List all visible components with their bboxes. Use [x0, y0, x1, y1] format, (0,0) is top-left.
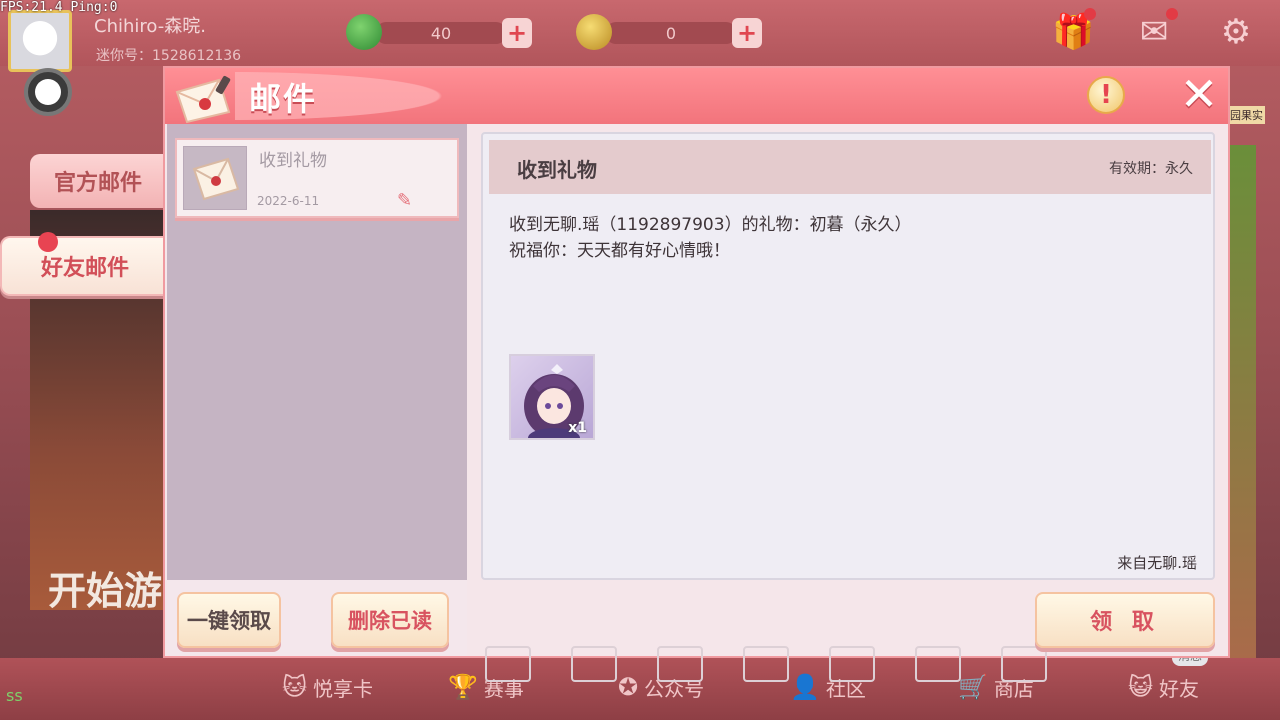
mail-item-date: 2022-6-11: [257, 194, 320, 208]
notification-dot: [38, 232, 58, 252]
pencil-read-icon: ✎: [397, 190, 413, 211]
notification-dot: [1084, 8, 1096, 20]
claim-all-button[interactable]: 一键领取: [177, 592, 281, 648]
notification-dot: [1166, 8, 1178, 20]
detail-header: 收到礼物 有效期：永久: [489, 140, 1211, 194]
fps-readout: FPS:21.4 Ping:0: [0, 0, 118, 15]
currency-green-gem: 40 +: [346, 14, 536, 50]
reward-item-slot[interactable]: x1: [509, 354, 595, 440]
player-name: Chihiro-森晥.: [94, 16, 206, 37]
background-slot: [485, 646, 531, 682]
community-icon: 👤: [790, 673, 820, 701]
dialog-header: 邮件 ! ✕: [165, 68, 1228, 124]
envelope-seal-icon: [175, 75, 231, 124]
background-slot: [915, 646, 961, 682]
detail-body-line: 祝福你：天天都有好心情哦！: [509, 241, 730, 261]
info-button[interactable]: !: [1087, 76, 1125, 114]
dialog-title: 邮件: [249, 80, 318, 118]
close-button[interactable]: ✕: [1175, 70, 1223, 118]
player-id: 迷你号：1528612136: [96, 48, 242, 64]
tab-label: 好友邮件: [40, 256, 129, 281]
mail-item-subject: 收到礼物: [259, 151, 327, 171]
add-coin-button[interactable]: +: [732, 18, 762, 48]
mail-envelope-thumbnail: [183, 146, 247, 210]
tab-official-mail[interactable]: 官方邮件: [30, 154, 166, 208]
currency-gold-coin: 0 +: [576, 14, 766, 50]
mail-dialog: 邮件 ! ✕ 收到礼物 2022-6-11 ✎ 一键领取 删除已读 收到礼物 有…: [163, 66, 1230, 682]
trophy-icon: 🏆: [448, 673, 478, 701]
side-banner-label: 园果实: [1228, 106, 1265, 124]
mail-list-panel: 收到礼物 2022-6-11 ✎: [167, 124, 467, 656]
envelope-icon: [192, 157, 240, 201]
background-slot: [829, 646, 875, 682]
add-gem-button[interactable]: +: [502, 18, 532, 48]
mail-list-item[interactable]: 收到礼物 2022-6-11 ✎: [175, 138, 459, 218]
detail-validity: 有效期：永久: [1109, 161, 1193, 177]
currency-amount: 0: [665, 24, 677, 43]
background-slot: [1001, 646, 1047, 682]
detail-body-line: 收到无聊.瑶（1192897903）的礼物：初暮（永久）: [509, 215, 912, 235]
button-label: 删除已读: [348, 609, 432, 633]
corner-logo-icon: ss: [6, 686, 23, 705]
reward-quantity: x1: [568, 420, 587, 436]
nav-label: 好友: [1159, 676, 1200, 701]
detail-sender: 来自无聊.瑶: [1117, 554, 1197, 572]
background-slot: [571, 646, 617, 682]
tab-friend-mail[interactable]: 好友邮件: [0, 236, 168, 296]
button-label: 领 取: [1090, 610, 1160, 635]
nav-item-friends[interactable]: 😺 好友: [1128, 672, 1199, 702]
settings-icon[interactable]: ⚙: [1216, 12, 1256, 52]
mail-list: 收到礼物 2022-6-11 ✎: [167, 124, 467, 580]
floating-record-button[interactable]: [24, 68, 72, 116]
currency-amount: 40: [430, 24, 452, 43]
mail-detail-panel: 收到礼物 有效期：永久 收到无聊.瑶（1192897903）的礼物：初暮（永久）…: [481, 132, 1215, 580]
delete-read-button[interactable]: 删除已读: [331, 592, 449, 648]
nav-item-card[interactable]: 🐱 悦享卡: [282, 672, 373, 702]
button-label: 一键领取: [187, 609, 271, 633]
star-badge-icon: ✪: [618, 673, 639, 701]
tab-label: 官方邮件: [53, 171, 142, 196]
detail-subject: 收到礼物: [517, 158, 597, 182]
background-slot: [657, 646, 703, 682]
background-slot: [743, 646, 789, 682]
side-banner[interactable]: [1230, 145, 1256, 665]
cat-card-icon: 🐱: [282, 673, 308, 701]
poster-text: 开始游: [48, 569, 163, 613]
cart-icon: 🛒: [958, 673, 988, 701]
friend-cat-icon: 😺: [1128, 673, 1154, 701]
claim-button[interactable]: 领 取: [1035, 592, 1215, 648]
nav-label: 悦享卡: [313, 676, 374, 701]
avatar[interactable]: [8, 10, 72, 72]
